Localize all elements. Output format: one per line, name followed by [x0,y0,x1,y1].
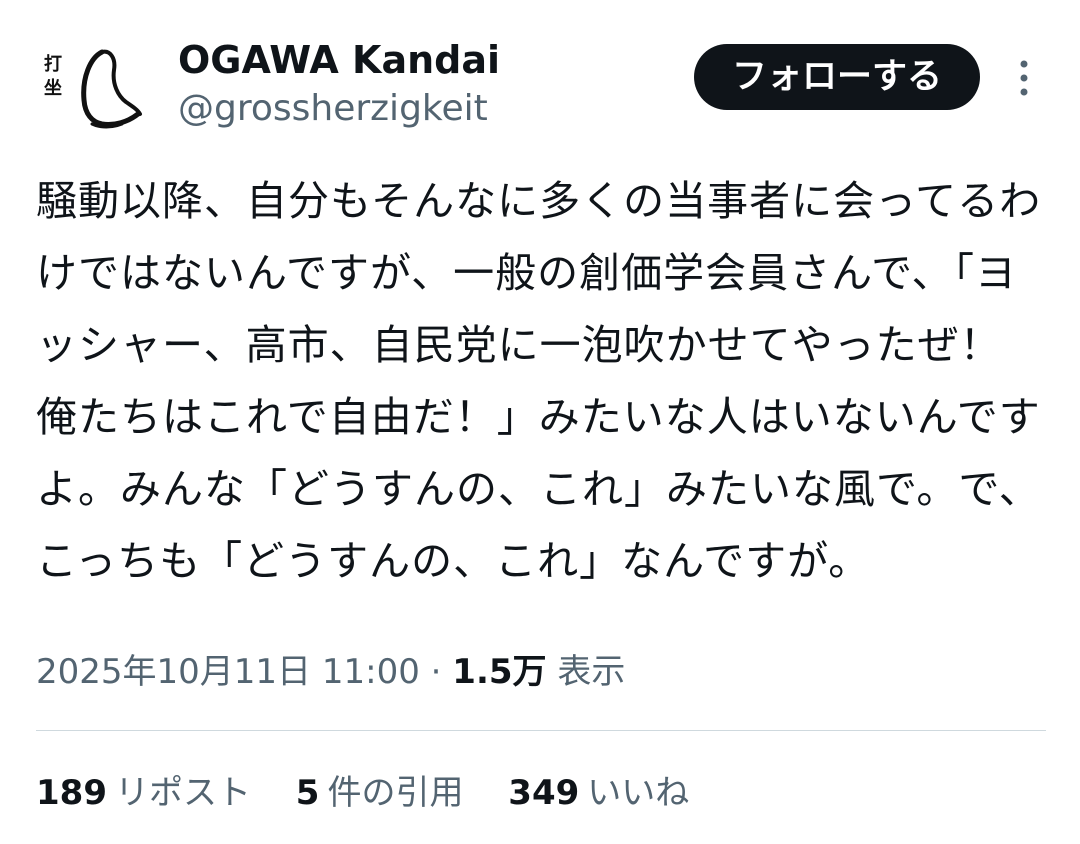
quotes-count: 5 [295,773,320,813]
follow-button[interactable]: フォローする [694,44,980,110]
reposts-label: リポスト [114,773,251,813]
tweet-text: 騒動以降、自分もそんなに多くの当事者に会ってるわけではないんですが、一般の創価学… [36,177,1044,585]
svg-text:坐: 坐 [44,78,62,99]
quotes-stat[interactable]: 5 件の引用 [296,768,464,818]
svg-text:打: 打 [44,53,62,75]
user-handle[interactable]: @grossherzigkeit [178,86,488,132]
more-options-button[interactable] [1010,58,1038,98]
tweet-datetime[interactable]: 2025年10月11日 11:00 [36,652,420,692]
likes-count: 349 [508,773,580,813]
tweet-stats: 189 リポスト 5 件の引用 349 いいね [36,768,723,818]
divider [36,730,1046,731]
reposts-stat[interactable]: 189 リポスト [36,768,251,818]
likes-label: いいね [587,773,690,813]
tweet-meta: 2025年10月11日 11:00 · 1.5万 表示 [36,648,625,696]
avatar[interactable]: 打 坐 [42,38,152,138]
likes-stat[interactable]: 349 いいね [508,768,689,818]
quotes-label: 件の引用 [327,773,464,813]
reposts-count: 189 [36,773,107,813]
meta-separator: · [430,652,442,692]
avatar-logo-icon: 打 坐 [44,49,142,129]
more-vertical-icon [1020,60,1028,96]
tweet: 打 坐 OGAWA Kandai @grossherzigkeit フォローする… [0,0,1080,844]
views-label: 表示 [557,652,626,692]
user-name[interactable]: OGAWA Kandai [178,36,500,84]
views-count: 1.5万 [452,652,547,692]
